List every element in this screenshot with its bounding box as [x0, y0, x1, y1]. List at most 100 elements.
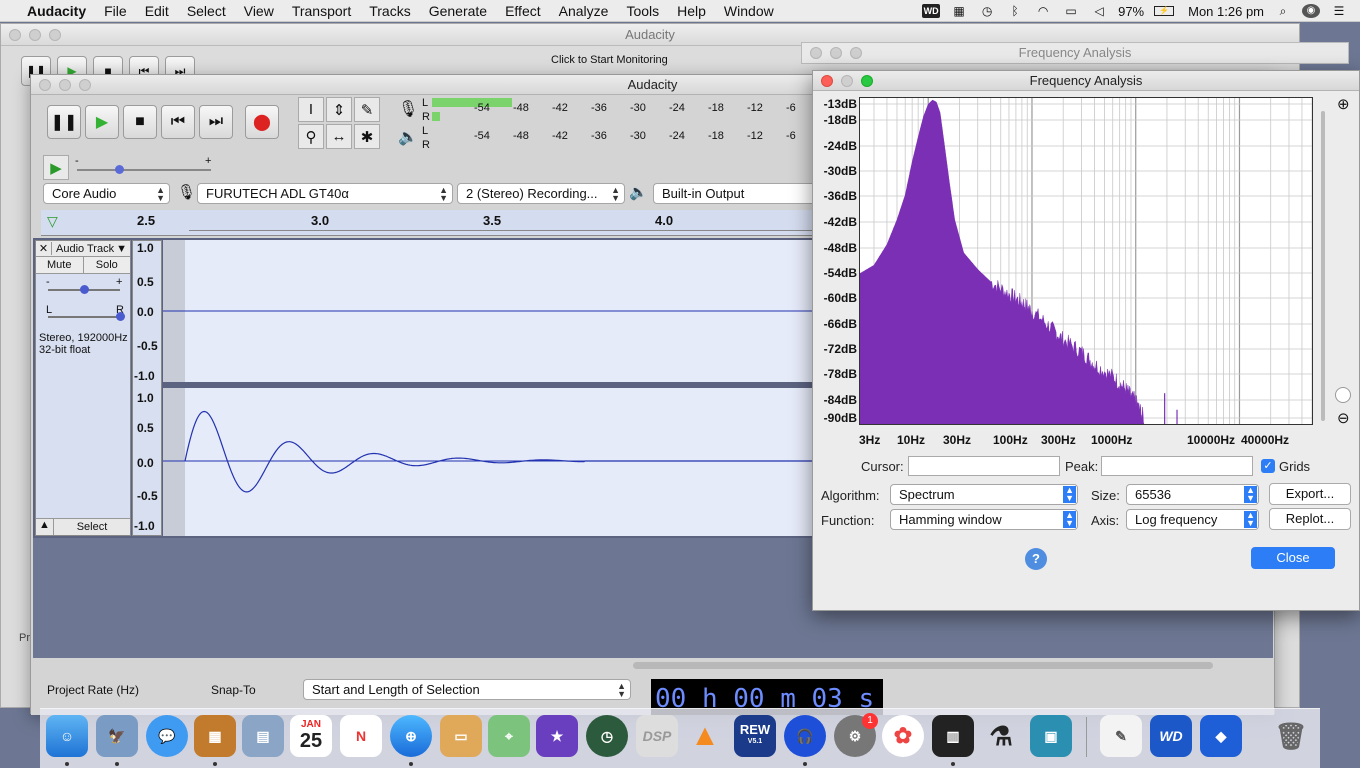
- size-select[interactable]: 65536 ▲ ▼: [1126, 484, 1259, 505]
- vertical-ruler[interactable]: 1.0 0.5 0.0 -0.5 -1.0 1.0 0.5 0.0 -0.5 -…: [132, 240, 162, 536]
- play-at-speed-button[interactable]: ▶: [43, 155, 69, 180]
- zoom-in-icon[interactable]: ⊕: [1337, 95, 1350, 113]
- draw-tool-icon[interactable]: ✎: [354, 97, 380, 122]
- rew-app-icon[interactable]: REW V5.1: [734, 715, 776, 757]
- track-menu-chevron-icon[interactable]: ▼: [116, 243, 130, 255]
- envelope-tool-icon[interactable]: ⇕: [326, 97, 352, 122]
- output-device-select[interactable]: Built-in Output: [653, 183, 823, 204]
- dropbox-icon[interactable]: ◆: [1200, 715, 1242, 757]
- image-capture-icon[interactable]: ▤: [242, 715, 284, 757]
- collapse-track-icon[interactable]: ▲: [36, 519, 54, 535]
- user-icon[interactable]: ◉: [1302, 4, 1320, 18]
- export-button[interactable]: Export...: [1269, 483, 1351, 505]
- menu-effect[interactable]: Effect: [496, 3, 550, 19]
- scrollbar-thumb[interactable]: [633, 662, 1213, 669]
- folder-icon[interactable]: ▭: [440, 715, 482, 757]
- grids-checkbox[interactable]: ✓: [1261, 459, 1275, 473]
- gain-slider[interactable]: - +: [36, 274, 130, 304]
- pause-button[interactable]: ❚❚: [47, 105, 81, 139]
- vlc-icon[interactable]: ▲: [684, 715, 726, 757]
- grids-label[interactable]: Grids: [1279, 459, 1310, 474]
- select-track-button[interactable]: Select: [54, 519, 130, 535]
- drive-icon[interactable]: ▦: [950, 4, 968, 18]
- notification-center-icon[interactable]: ☰: [1330, 4, 1348, 18]
- wifi-icon[interactable]: ◠: [1034, 4, 1052, 18]
- zoom-slider-thumb[interactable]: [1335, 387, 1351, 403]
- function-select[interactable]: Hamming window ▲ ▼: [890, 509, 1078, 530]
- pan-slider[interactable]: L R: [36, 304, 130, 332]
- record-button[interactable]: ⬤: [245, 105, 279, 139]
- selection-mode-select[interactable]: Start and Length of Selection ▲ ▼: [303, 679, 631, 700]
- microscope-icon[interactable]: ⚗: [980, 715, 1022, 757]
- clock[interactable]: Mon 1:26 pm: [1188, 4, 1264, 19]
- multi-tool-icon[interactable]: ✱: [354, 124, 380, 149]
- peak-field[interactable]: [1101, 456, 1253, 476]
- minimize-window-button[interactable]: [59, 79, 71, 91]
- selection-tool-icon[interactable]: I: [298, 97, 324, 122]
- wd-dock-icon[interactable]: WD: [1150, 715, 1192, 757]
- close-window-button[interactable]: [39, 79, 51, 91]
- time-shift-tool-icon[interactable]: ↔: [326, 124, 352, 149]
- menu-edit[interactable]: Edit: [136, 3, 178, 19]
- menu-app-name[interactable]: Audacity: [18, 3, 95, 19]
- solo-button[interactable]: Solo: [83, 257, 130, 273]
- mute-button[interactable]: Mute: [36, 257, 84, 273]
- freq-minimize-window-button[interactable]: [841, 75, 853, 87]
- speed-slider-thumb[interactable]: [115, 165, 124, 174]
- freq-close-window-button[interactable]: [821, 75, 833, 87]
- trash-icon[interactable]: 🗑: [1270, 715, 1312, 757]
- timeline-play-head-icon[interactable]: ▽: [47, 213, 58, 230]
- menu-generate[interactable]: Generate: [420, 3, 496, 19]
- audio-host-select[interactable]: Core Audio ▲ ▼: [43, 183, 170, 204]
- timeline-ruler[interactable]: ▽ 2.5 3.0 3.5 4.0: [41, 210, 813, 236]
- calculator-icon[interactable]: ▦: [194, 715, 236, 757]
- zoom-tool-icon[interactable]: ⚲: [298, 124, 324, 149]
- safari-icon[interactable]: ⊕: [390, 715, 432, 757]
- bluetooth-icon[interactable]: ᛒ: [1006, 4, 1024, 18]
- battery-percent[interactable]: 97%: [1118, 4, 1144, 19]
- freq-zoom-window-button[interactable]: [861, 75, 873, 87]
- menu-select[interactable]: Select: [178, 3, 235, 19]
- menu-tools[interactable]: Tools: [617, 3, 668, 19]
- skip-to-end-button[interactable]: ⏭: [199, 105, 233, 139]
- zoom-out-icon[interactable]: ⊖: [1337, 409, 1350, 427]
- menu-tracks[interactable]: Tracks: [360, 3, 419, 19]
- zoom-slider-track[interactable]: [1321, 111, 1325, 421]
- wd-icon[interactable]: WD: [922, 4, 941, 18]
- time-machine-dock-icon[interactable]: ◷: [586, 715, 628, 757]
- background-monitor-label[interactable]: Click to Start Monitoring: [551, 54, 668, 66]
- waveform[interactable]: [163, 240, 813, 536]
- play-button[interactable]: ▶: [85, 105, 119, 139]
- microphone-icon[interactable]: 🎙: [398, 99, 418, 119]
- imovie-icon[interactable]: ★: [536, 715, 578, 757]
- input-channels-select[interactable]: 2 (Stereo) Recording... ▲ ▼: [457, 183, 625, 204]
- menu-file[interactable]: File: [95, 3, 136, 19]
- spectrum-chart[interactable]: [859, 98, 1313, 425]
- time-machine-icon[interactable]: ◷: [978, 4, 996, 18]
- audacity-dock-icon[interactable]: 🎧: [784, 715, 826, 757]
- close-button[interactable]: Close: [1251, 547, 1335, 569]
- skip-to-start-button[interactable]: ⏮: [161, 105, 195, 139]
- news-icon[interactable]: N: [340, 715, 382, 757]
- menu-transport[interactable]: Transport: [283, 3, 360, 19]
- photos-icon[interactable]: ✿: [882, 715, 924, 757]
- help-button[interactable]: ?: [1025, 548, 1047, 570]
- track-close-icon[interactable]: ✕: [36, 242, 52, 255]
- cursor-field[interactable]: [908, 456, 1060, 476]
- horizontal-scrollbar[interactable]: [33, 659, 1273, 673]
- menu-help[interactable]: Help: [668, 3, 715, 19]
- menu-analyze[interactable]: Analyze: [550, 3, 618, 19]
- finder-icon[interactable]: ☺: [46, 715, 88, 757]
- messages-icon[interactable]: 💬: [146, 715, 188, 757]
- volume-icon[interactable]: ◁: [1090, 4, 1108, 18]
- replot-button[interactable]: Replot...: [1269, 508, 1351, 530]
- screen-share-icon[interactable]: ▣: [1030, 715, 1072, 757]
- airplay-icon[interactable]: ▭: [1062, 4, 1080, 18]
- calendar-icon[interactable]: JAN 25: [290, 715, 332, 757]
- zoom-window-button[interactable]: [79, 79, 91, 91]
- algorithm-select[interactable]: Spectrum ▲ ▼: [890, 484, 1078, 505]
- maps-icon[interactable]: ⌖: [488, 715, 530, 757]
- speed-slider[interactable]: [77, 169, 211, 171]
- preview-icon[interactable]: 🦅: [96, 715, 138, 757]
- axis-select[interactable]: Log frequency ▲ ▼: [1126, 509, 1259, 530]
